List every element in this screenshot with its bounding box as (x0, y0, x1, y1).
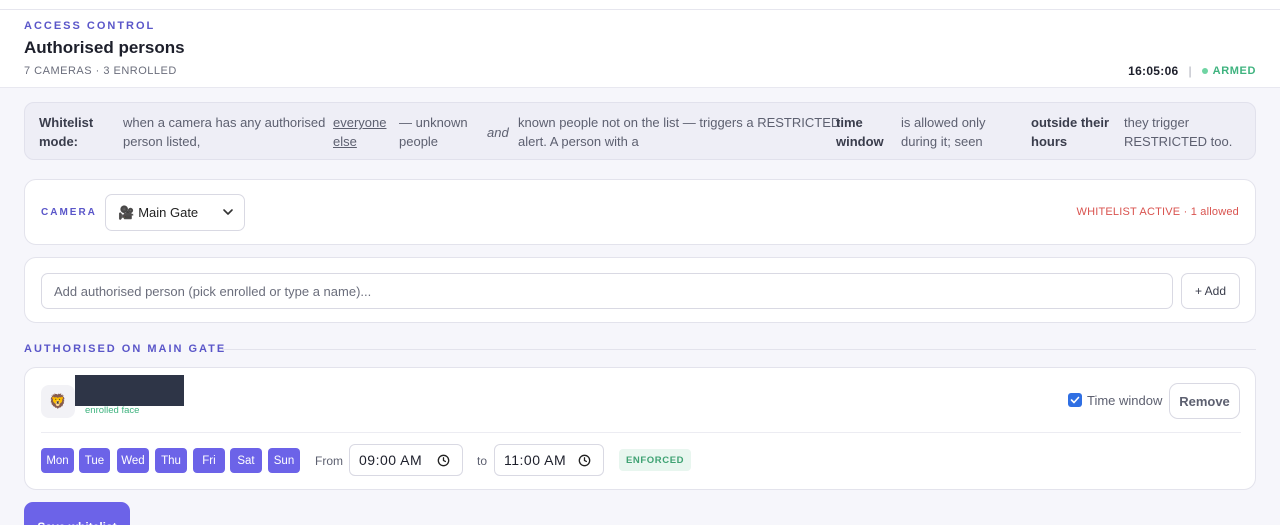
info-outside-hours-b: hours (1031, 134, 1068, 149)
armed-label: ARMED (1212, 65, 1256, 77)
page-header: ACCESS CONTROL Authorised persons 7 CAME… (0, 10, 1280, 88)
camera-selected-value: Main Gate (138, 205, 199, 220)
status-dot-icon (1201, 68, 1208, 74)
camera-card: CAMERA 🎥 Main Gate WHITELIST ACTIVE · 1 … (24, 179, 1256, 245)
clock-icon (578, 454, 591, 467)
clock: 16:05:06 (1128, 64, 1179, 78)
info-text-9b: RESTRICTED too. (1124, 134, 1233, 149)
enrolled-face-tag: enrolled face (85, 405, 140, 416)
to-label: to (477, 454, 488, 468)
info-text-5b: alert. A person with a (518, 134, 639, 149)
info-text-3a: — unknown (399, 115, 468, 130)
add-person-button[interactable]: + Add (1181, 273, 1240, 309)
info-and: and (487, 125, 509, 140)
armed-status: ARMED (1201, 65, 1256, 77)
day-thu-button[interactable]: Thu (155, 448, 187, 473)
to-time-input[interactable]: 11:00 AM (494, 444, 604, 476)
from-time-value: 09:00 AM (359, 452, 423, 468)
from-time-input[interactable]: 09:00 AM (349, 444, 463, 476)
section-divider (222, 349, 1256, 350)
section-eyebrow: ACCESS CONTROL (24, 20, 156, 32)
remove-button[interactable]: Remove (1169, 383, 1240, 419)
info-everyone-else-b: else (333, 134, 357, 149)
card-divider (41, 432, 1241, 433)
whitelist-status: WHITELIST ACTIVE · 1 allowed (1076, 206, 1239, 218)
info-label-line2: mode: (39, 134, 78, 149)
lion-face-icon: 🦁 (49, 393, 67, 409)
add-person-input[interactable] (41, 273, 1173, 309)
day-sat-button[interactable]: Sat (230, 448, 262, 473)
camera-select[interactable]: 🎥 Main Gate (105, 194, 245, 231)
info-text-7a: is allowed only (901, 115, 986, 130)
info-everyone-else-a: everyone (333, 115, 387, 130)
day-sun-button[interactable]: Sun (268, 448, 300, 473)
add-person-card: + Add (24, 257, 1256, 323)
status-separator: | (1188, 64, 1192, 78)
from-label: From (315, 454, 343, 468)
page-title: Authorised persons (24, 38, 185, 57)
day-tue-button[interactable]: Tue (79, 448, 110, 473)
authorised-person-card: 🦁 enrolled face Time window Remove Mon T… (24, 367, 1256, 490)
whitelist-mode-info: Whitelist mode: when a camera has any au… (24, 102, 1256, 160)
info-time-window-a: time (836, 115, 863, 130)
section-title: AUTHORISED ON MAIN GATE (24, 343, 227, 355)
camera-label: CAMERA (41, 207, 97, 218)
chevron-down-icon (223, 209, 233, 215)
day-wed-button[interactable]: Wed (117, 448, 149, 473)
system-status: 16:05:06 | ARMED (1128, 64, 1256, 78)
info-outside-hours-a: outside their (1031, 115, 1110, 130)
camera-icon: 🎥 (118, 204, 135, 220)
to-time-value: 11:00 AM (504, 452, 567, 468)
page-subtitle: 7 CAMERAS · 3 ENROLLED (24, 65, 177, 77)
info-text-5a: known people not on the list — triggers … (518, 115, 841, 130)
info-text-1a: when a camera has any authorised (123, 115, 326, 130)
info-text-1b: person listed, (123, 134, 201, 149)
redacted-name (75, 375, 184, 406)
top-bar (0, 0, 1280, 10)
info-text-7b: during it; seen (901, 134, 983, 149)
time-window-checkbox[interactable] (1068, 393, 1082, 407)
info-time-window-b: window (836, 134, 884, 149)
info-label-line1: Whitelist (39, 115, 94, 130)
info-text-9a: they trigger (1124, 115, 1190, 130)
day-mon-button[interactable]: Mon (41, 448, 74, 473)
time-window-label: Time window (1087, 393, 1163, 408)
enforced-badge: ENFORCED (619, 449, 692, 471)
save-whitelist-button[interactable]: Save whitelist (24, 502, 130, 525)
info-text-3b: people (399, 134, 439, 149)
day-fri-button[interactable]: Fri (193, 448, 225, 473)
clock-icon (437, 454, 450, 467)
avatar: 🦁 (41, 385, 75, 418)
checkmark-icon (1070, 396, 1080, 404)
